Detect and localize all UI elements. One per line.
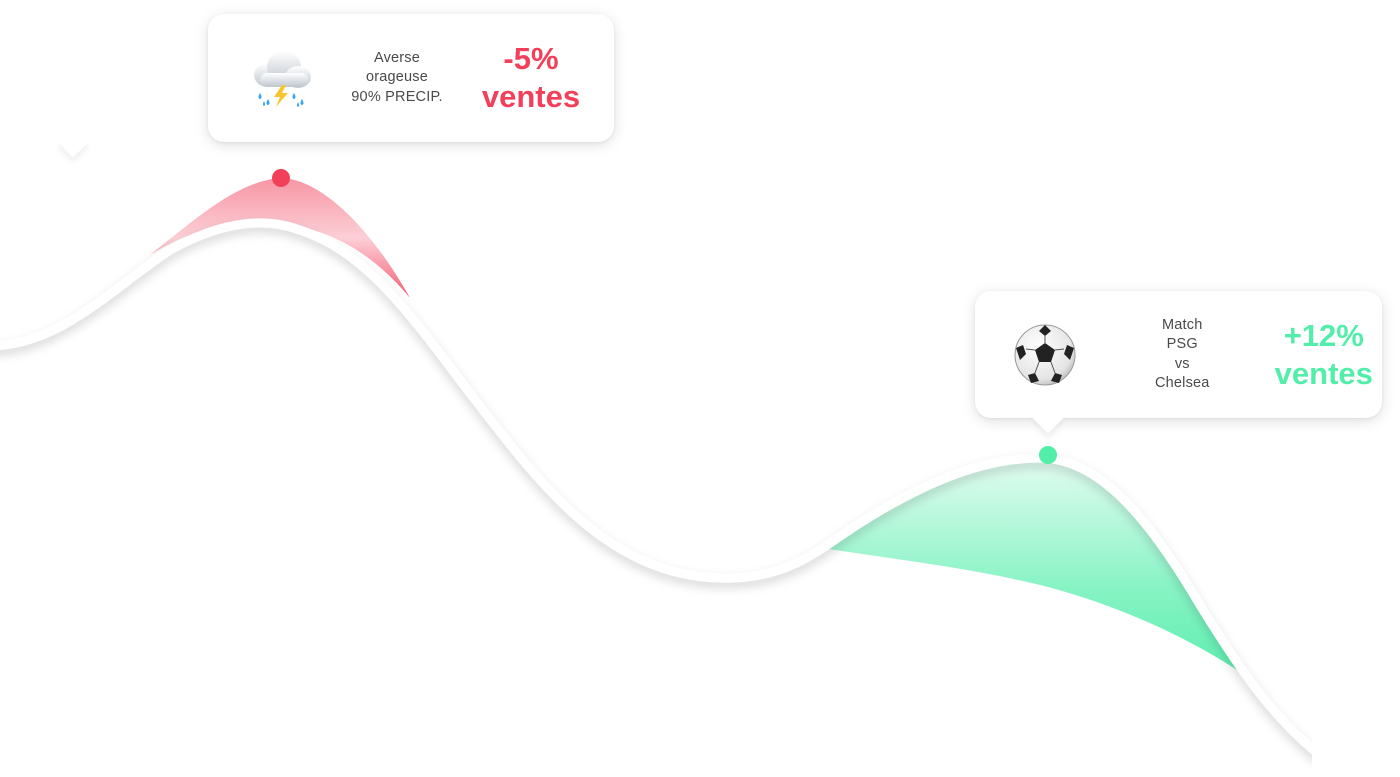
storm-description: Averse orageuse 90% PRECIP.: [342, 49, 452, 108]
match-description-line: PSG: [1166, 336, 1198, 352]
storm-description-line: Averse: [373, 49, 421, 66]
storm-sales-unit: ventes: [481, 79, 581, 114]
storm-event-callout: Averse orageuse 90% PRECIP. -5% ventes: [208, 14, 614, 142]
storm-description-line: 90% PRECIP.: [351, 88, 443, 105]
storm-event-marker[interactable]: [272, 169, 290, 187]
match-sales-impact: +12% ventes: [1266, 317, 1382, 393]
match-description: Match PSG vs Chelsea: [1133, 316, 1232, 394]
match-description-line: vs: [1174, 355, 1190, 372]
soccer-ball-icon: [1013, 320, 1077, 390]
match-event-callout: Match PSG vs Chelsea +12% ventes: [975, 291, 1382, 418]
match-sales-change: +12%: [1283, 317, 1364, 353]
storm-sales-change: -5%: [503, 41, 559, 76]
sales-impact-illustration: Averse orageuse 90% PRECIP. -5% ventes M…: [0, 0, 1400, 777]
thunderstorm-cloud-icon: [246, 43, 316, 113]
match-description-line: Match: [1162, 316, 1203, 333]
storm-description-line: orageuse: [365, 69, 429, 86]
match-event-marker[interactable]: [1039, 446, 1057, 464]
match-description-line: Chelsea: [1154, 375, 1210, 391]
storm-sales-impact: -5% ventes: [466, 40, 596, 116]
match-sales-unit: ventes: [1274, 355, 1373, 391]
positive-impact-area: [822, 455, 1252, 680]
